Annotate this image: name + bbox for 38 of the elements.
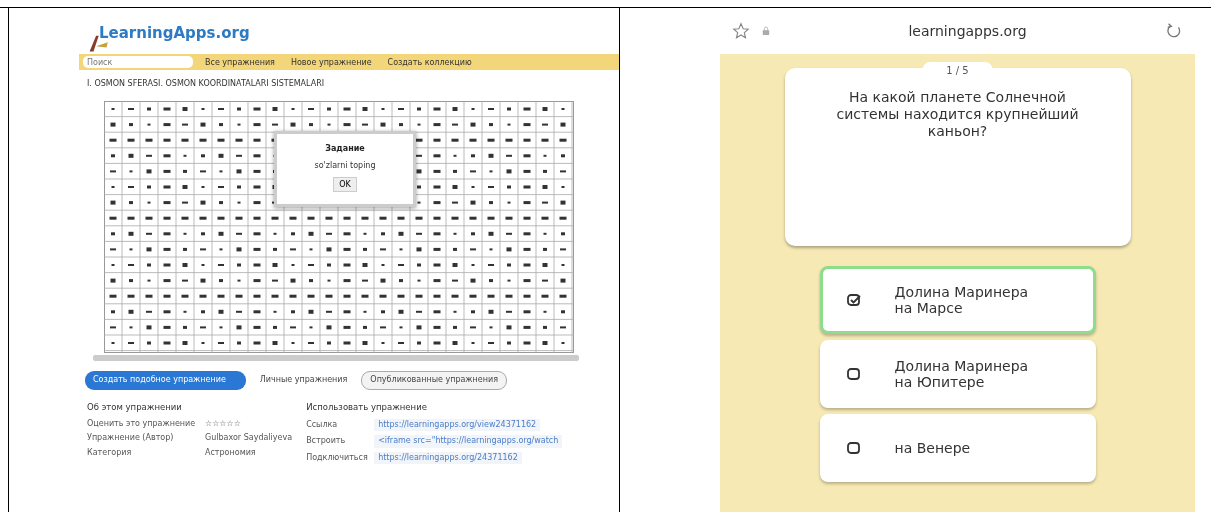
action-button[interactable]: Создать подобное упражнение: [85, 371, 246, 390]
question-text: На какой планете Солнечной системы находится крупнейший каньон?: [835, 89, 1080, 140]
checked-checkbox-icon: [846, 293, 861, 307]
info-label: Оценить это упражнение: [87, 418, 197, 430]
dialog-title: Задание: [325, 144, 365, 155]
checkbox-icon: [846, 441, 861, 455]
info-label: Подключиться: [306, 452, 369, 463]
address-bar[interactable]: learningapps.org: [782, 23, 1153, 39]
answer-option[interactable]: Долина Маринера на Юпитере: [819, 340, 1096, 408]
toolbar-button[interactable]: Создать коллекцию: [383, 57, 476, 67]
search-field[interactable]: Поиск: [83, 56, 193, 68]
reload-icon[interactable]: [1165, 22, 1183, 40]
exercise-title: I. OSMON SFERASI. OSMON KOORDINATALARI SISTEMALARI: [87, 79, 326, 90]
info-label: Встроить: [306, 436, 347, 447]
action-button[interactable]: Опубликованные упражнения: [361, 371, 507, 390]
info-label: Ссылка: [306, 419, 339, 431]
star-icon[interactable]: [732, 22, 750, 40]
info-value: Астрономия: [205, 447, 256, 458]
horizontal-scrollbar[interactable]: [93, 355, 579, 362]
toolbar-button[interactable]: Новое упражнение: [286, 57, 376, 67]
answer-option[interactable]: Долина Маринера на Марсе: [819, 266, 1096, 334]
ok-button[interactable]: OK: [333, 177, 357, 193]
checkbox-icon: [846, 367, 861, 381]
info-value: ☆☆☆☆☆: [205, 418, 241, 430]
lock-icon: [762, 26, 770, 36]
toolbar-button[interactable]: Все упражнения: [201, 57, 279, 67]
section-heading: Об этом упражнении: [87, 401, 183, 413]
info-label: Категория: [87, 447, 133, 458]
link-field[interactable]: https://learningapps.org/view24371162: [374, 418, 541, 432]
link-field[interactable]: https://learningapps.org/24371162: [374, 451, 522, 464]
action-button[interactable]: Личные упражнения: [251, 371, 356, 390]
info-label: Упражнение (Автор): [87, 433, 175, 444]
link-field[interactable]: <iframe src="https://learningapps.org/watch: [374, 435, 563, 448]
info-value: Gulbaxor Saydaliyeva: [205, 433, 293, 444]
answer-option[interactable]: на Венере: [819, 414, 1096, 482]
dialog-text: so'zlarni toping: [314, 160, 376, 172]
section-heading: Использовать упражнение: [306, 401, 428, 413]
logo[interactable]: LearningApps.org: [99, 24, 250, 44]
